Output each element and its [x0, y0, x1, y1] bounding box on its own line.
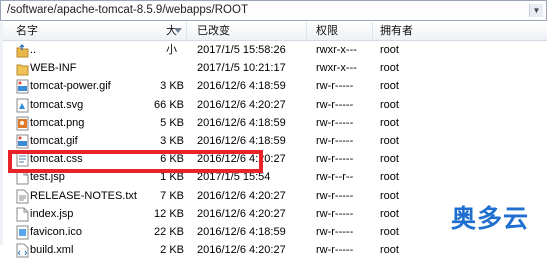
file-row[interactable]: tomcat.gif 3 KB 2016/12/6 4:18:59 rw-r-----… — [0, 132, 547, 151]
file-name: tomcat.gif — [30, 135, 78, 147]
file-size: 7 KB — [160, 189, 184, 202]
file-permissions: rw-r--r-- — [316, 171, 354, 184]
file-owner: root — [380, 207, 399, 220]
file-size: 5 KB — [160, 116, 184, 129]
column-modified[interactable]: 已改变 — [187, 22, 307, 41]
file-owner: root — [380, 153, 399, 166]
gif-image-icon — [16, 79, 29, 94]
folder-icon — [16, 61, 29, 76]
column-modified-label: 已改变 — [197, 25, 230, 37]
file-permissions: rw-r----- — [316, 226, 354, 238]
file-name: favicon.ico — [30, 226, 82, 238]
file-owner: root — [380, 116, 399, 129]
column-header: 名字 大小 已改变 权限 拥有者 — [0, 22, 547, 56]
file-permissions: rw-r----- — [316, 153, 354, 166]
file-row[interactable]: tomcat-power.gif 3 KB 2016/12/6 4:18:59 rw-… — [0, 77, 547, 96]
sort-descending-icon — [174, 28, 182, 33]
file-permissions: rw-r----- — [316, 98, 354, 111]
address-bar[interactable]: /software/apache-tomcat-8.5.9/webapps/RO… — [0, 0, 547, 21]
xml-file-icon — [16, 243, 29, 258]
file-size: 3 KB — [160, 135, 184, 147]
file-permissions: rw-r----- — [316, 207, 354, 220]
file-permissions: rw-r----- — [316, 189, 354, 202]
file-size: 3 KB — [160, 80, 184, 93]
file-row[interactable]: .. 2017/1/5 15:58:26 rwxr-x--- root — [0, 41, 547, 60]
file-name: build.xml — [30, 244, 74, 257]
file-owner: root — [380, 244, 399, 257]
svg-image-icon — [16, 98, 29, 113]
file-owner: root — [380, 62, 399, 75]
file-name: index.jsp — [30, 207, 74, 220]
file-permissions: rw-r----- — [316, 135, 354, 147]
address-dropdown-icon[interactable]: ▼ — [529, 4, 543, 17]
text-file-icon — [16, 189, 29, 204]
file-modified: 2016/12/6 4:18:59 — [197, 135, 286, 147]
parent-folder-icon — [16, 43, 29, 58]
file-size: 2 KB — [160, 244, 184, 257]
ico-file-icon — [16, 225, 29, 240]
file-name: tomcat.svg — [30, 98, 84, 111]
file-row[interactable]: tomcat.svg 66 KB 2016/12/6 4:20:27 rw-r----… — [0, 96, 547, 115]
file-size: 12 KB — [154, 207, 184, 220]
gif-image-icon — [16, 134, 29, 149]
highlight-box — [8, 150, 263, 173]
file-permissions: rw-r----- — [316, 116, 354, 129]
file-owner: root — [380, 44, 399, 56]
file-name: WEB-INF — [30, 62, 77, 75]
file-modified: 2016/12/6 4:20:27 — [197, 207, 286, 220]
watermark: 奥多云 — [450, 204, 529, 233]
file-modified: 2016/12/6 4:18:59 — [197, 80, 286, 93]
column-permissions[interactable]: 权限 — [307, 22, 373, 41]
file-permissions: rwxr-x--- — [316, 62, 357, 75]
address-path[interactable]: /software/apache-tomcat-8.5.9/webapps/RO… — [7, 4, 248, 16]
file-row[interactable]: WEB-INF 2017/1/5 10:21:17 rwxr-x--- root — [0, 59, 547, 78]
file-name: .. — [30, 44, 37, 56]
file-name: RELEASE-NOTES.txt — [30, 189, 137, 202]
file-permissions: rwxr-x--- — [316, 44, 357, 56]
file-row[interactable]: build.xml 2 KB 2016/12/6 4:20:27 rw-r----- r… — [0, 241, 547, 260]
file-permissions: rw-r----- — [316, 244, 354, 257]
column-owner[interactable]: 拥有者 — [373, 22, 547, 41]
file-modified: 2016/12/6 4:20:27 — [197, 244, 286, 257]
file-owner: root — [380, 80, 399, 93]
file-modified: 2016/12/6 4:20:27 — [197, 98, 286, 111]
file-owner: root — [380, 226, 399, 238]
column-permissions-label: 权限 — [316, 25, 338, 37]
file-modified: 2017/1/5 15:58:26 — [197, 44, 286, 56]
file-modified: 2016/12/6 4:18:59 — [197, 226, 286, 238]
column-name-label: 名字 — [16, 25, 38, 37]
file-size: 22 KB — [154, 226, 184, 238]
file-owner: root — [380, 135, 399, 147]
file-name: tomcat.png — [30, 116, 85, 129]
file-owner: root — [380, 189, 399, 202]
file-modified: 2016/12/6 4:20:27 — [197, 189, 286, 202]
png-image-icon — [16, 116, 29, 131]
jsp-file-icon — [16, 207, 29, 222]
file-name: tomcat-power.gif — [30, 80, 111, 93]
file-size: 66 KB — [154, 98, 184, 111]
file-modified: 2017/1/5 10:21:17 — [197, 62, 286, 75]
file-row[interactable]: tomcat.png 5 KB 2016/12/6 4:18:59 rw-r-----… — [0, 114, 547, 133]
file-owner: root — [380, 171, 399, 184]
file-permissions: rw-r----- — [316, 80, 354, 93]
column-owner-label: 拥有者 — [380, 25, 413, 37]
file-modified: 2016/12/6 4:18:59 — [197, 116, 286, 129]
file-owner: root — [380, 98, 399, 111]
